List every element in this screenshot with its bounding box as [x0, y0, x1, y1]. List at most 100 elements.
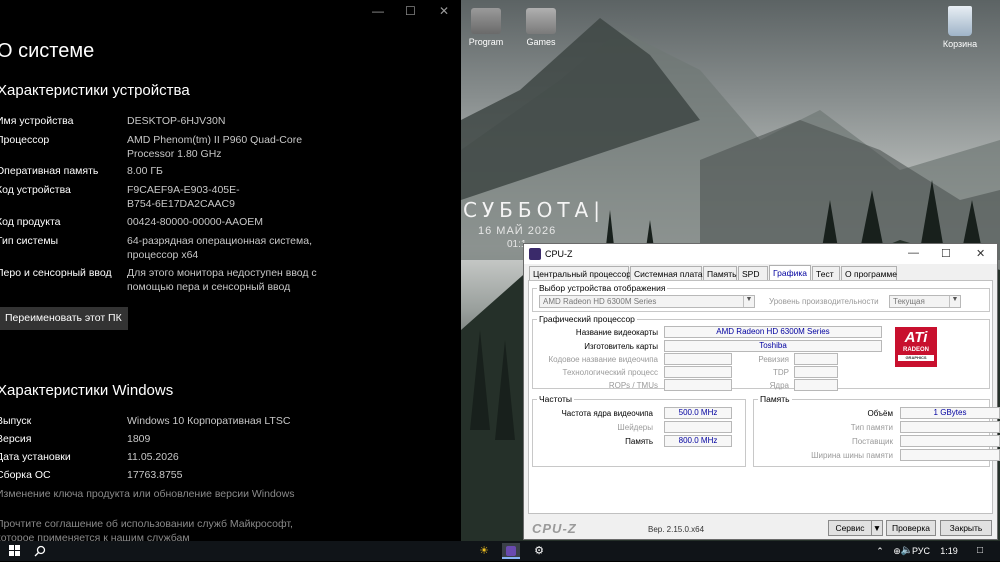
group-title: Выбор устройства отображения — [537, 283, 668, 293]
tools-button-label: Сервис — [835, 523, 865, 533]
validate-button[interactable]: Проверка — [886, 520, 936, 536]
cpuz-version: Вер. 2.15.0.x64 — [648, 525, 705, 534]
desktop-icon-label: Program — [468, 37, 504, 47]
memory-group: Память Объём 1 GBytes Тип памяти Поставщ… — [753, 394, 1000, 467]
perf-level-value: Текущая — [893, 297, 925, 306]
taskbar-clock[interactable]: 1:19 — [938, 543, 960, 559]
gpu-cores-label: Ядра — [769, 381, 789, 390]
mem-vendor-value — [900, 435, 1000, 447]
core-clock-label: Частота ядра видеочипа — [561, 409, 653, 418]
search-button[interactable] — [32, 543, 48, 559]
spec-value: AMD Phenom(tm) II P960 Quad-Core Process… — [127, 134, 303, 160]
tab-spd[interactable]: SPD — [738, 266, 768, 281]
spec-value: 8.00 ГБ — [127, 165, 163, 177]
shader-clock-label: Шейдеры — [617, 423, 653, 432]
graphics-logo-text: GRAPHICS — [898, 355, 934, 361]
display-device-value: AMD Radeon HD 6300M Series — [543, 297, 657, 306]
group-title: Графический процессор — [537, 314, 637, 324]
rename-pc-button[interactable]: Переименовать этот ПК — [0, 307, 128, 330]
mem-size-label: Объём — [867, 409, 894, 418]
windows-specs-header: Характеристики Windows — [0, 382, 174, 399]
spec-label: Код устройства — [0, 184, 71, 196]
memory-clock-value: 800.0 MHz — [664, 435, 732, 447]
memory-clock-label: Память — [625, 437, 653, 446]
gpu-name-label: Название видеокарты — [575, 328, 658, 337]
mem-vendor-label: Поставщик — [851, 437, 893, 446]
chevron-down-icon: ▼ — [743, 296, 754, 307]
tab-graphics[interactable]: Графика — [769, 265, 811, 281]
spec-value: 11.05.2026 — [127, 451, 179, 463]
notifications-icon[interactable]: □ — [972, 543, 988, 559]
cpuz-app-icon — [506, 546, 516, 556]
minimize-icon[interactable]: — — [372, 4, 384, 18]
shader-clock-value — [664, 421, 732, 433]
perf-level-select[interactable]: Текущая ▼ — [889, 295, 961, 308]
perf-level-label: Уровень производительности — [769, 297, 879, 306]
tab-bench[interactable]: Тест — [812, 266, 840, 281]
tab-about[interactable]: О программе — [841, 266, 897, 281]
tools-button[interactable]: Сервис — [828, 520, 872, 536]
spec-label: Имя устройства — [0, 115, 74, 127]
lockscreen-day: СУББОТА| — [463, 198, 605, 222]
gpu-cores-value — [794, 379, 838, 391]
desktop-icon-program[interactable]: Program — [458, 8, 514, 47]
tab-memory[interactable]: Память — [703, 266, 737, 281]
ati-radeon-logo: ATi RADEON GRAPHICS — [895, 327, 937, 367]
taskbar-app-settings[interactable]: ⚙ — [531, 543, 547, 559]
spec-label: Код продукта — [0, 216, 61, 228]
spec-label: Сборка ОС — [0, 469, 51, 481]
change-key-link[interactable]: Изменение ключа продукта или обновление … — [0, 488, 294, 500]
display-device-select[interactable]: AMD Radeon HD 6300M Series ▼ — [539, 295, 755, 308]
tab-mainboard[interactable]: Системная плата — [630, 266, 703, 281]
chevron-down-icon: ▼ — [949, 296, 960, 307]
agreement-link[interactable]: Прочтите соглашение об использовании слу… — [0, 517, 296, 541]
desktop-icon-games[interactable]: Games — [513, 8, 569, 47]
spec-value: 1809 — [127, 433, 151, 445]
cpuz-titlebar: CPU-Z — ☐ ✕ — [524, 244, 997, 264]
language-indicator[interactable]: РУС — [910, 543, 932, 559]
cpuz-title: CPU-Z — [545, 249, 573, 259]
close-icon[interactable]: ✕ — [439, 4, 449, 18]
gpu-revision-value — [794, 353, 838, 365]
taskbar-app-cpuz[interactable] — [502, 543, 520, 559]
device-specs-header: Характеристики устройства — [0, 82, 190, 99]
maximize-icon[interactable]: ☐ — [405, 4, 416, 18]
tools-dropdown-button[interactable]: ▼ — [871, 520, 883, 536]
gamepad-folder-icon — [526, 8, 556, 34]
close-button[interactable]: Закрыть — [940, 520, 992, 536]
gpu-tdp-label: TDP — [773, 368, 789, 377]
close-icon[interactable]: ✕ — [976, 247, 985, 260]
ati-logo-text: ATi — [904, 329, 928, 346]
mem-bus-value — [900, 449, 1000, 461]
tab-cpu[interactable]: Центральный процессор — [529, 266, 631, 281]
cpuz-logo: CPU-Z — [532, 521, 577, 536]
maximize-icon[interactable]: ☐ — [941, 247, 951, 260]
windows-logo-icon — [8, 545, 20, 556]
tray-chevron-icon[interactable]: ⌃ — [874, 543, 886, 559]
spec-value: 00424-80000-00000-AAOEM — [127, 216, 264, 228]
gpu-rops-label: ROPs / TMUs — [608, 381, 658, 390]
spec-label: Дата установки — [0, 451, 71, 463]
page-title: О системе — [0, 40, 95, 62]
mem-size-value: 1 GBytes — [900, 407, 1000, 419]
gpu-revision-label: Ревизия — [758, 355, 789, 364]
spec-label: Выпуск — [0, 415, 32, 427]
gpu-tdp-value — [794, 366, 838, 378]
cpuz-app-icon — [529, 248, 541, 260]
minimize-icon[interactable]: — — [908, 247, 919, 259]
spec-label: Оперативная память — [0, 165, 99, 177]
spec-label: Процессор — [0, 134, 50, 146]
spec-label: Версия — [0, 433, 32, 445]
gpu-vendor-value: Toshiba — [664, 340, 882, 352]
start-button[interactable] — [6, 543, 22, 559]
gpu-vendor-label: Изготовитель карты — [584, 342, 658, 351]
desktop-icon-recycle-bin[interactable]: Корзина — [932, 6, 988, 49]
spec-value: Windows 10 Корпоративная LTSC — [127, 415, 291, 427]
clocks-group: Частоты Частота ядра видеочипа 500.0 MHz… — [532, 394, 746, 467]
group-title: Частоты — [537, 394, 574, 404]
taskbar-app-weather[interactable]: ☀ — [476, 543, 492, 559]
recycle-bin-icon — [948, 6, 972, 36]
core-clock-value: 500.0 MHz — [664, 407, 732, 419]
desktop-icon-label: Корзина — [942, 39, 978, 49]
spec-value: 17763.8755 — [127, 469, 183, 481]
